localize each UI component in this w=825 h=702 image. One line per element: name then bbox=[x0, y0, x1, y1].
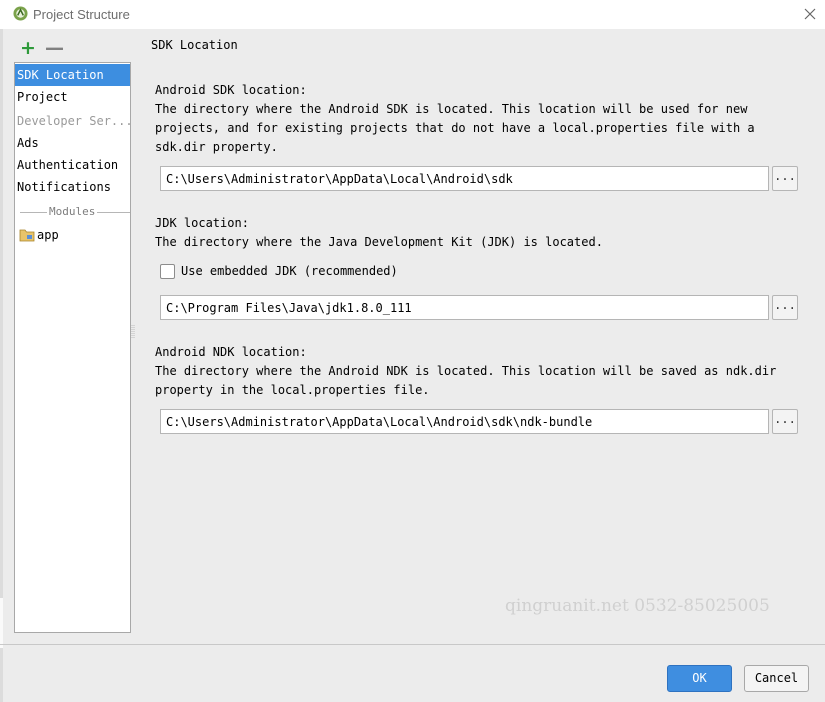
sidebar: SDK Location Project Developer Ser... Ad… bbox=[14, 62, 131, 633]
footer-divider bbox=[0, 644, 825, 645]
ok-button[interactable]: OK bbox=[667, 665, 732, 692]
android-ndk-description: The directory where the Android NDK is l… bbox=[155, 364, 777, 397]
module-label: app bbox=[37, 228, 59, 242]
module-folder-icon bbox=[19, 229, 35, 242]
remove-icon[interactable]: — bbox=[45, 37, 64, 59]
sidebar-item-authentication[interactable]: Authentication bbox=[15, 154, 130, 176]
splitter-handle[interactable] bbox=[131, 325, 135, 339]
sidebar-header-developer-services: Developer Ser... bbox=[17, 114, 130, 128]
jdk-browse-button[interactable]: ... bbox=[772, 295, 798, 320]
module-item-app[interactable]: app bbox=[15, 225, 130, 245]
jdk-title: JDK location: bbox=[155, 216, 249, 230]
watermark: qingruanit.net 0532-85025005 bbox=[505, 596, 770, 616]
add-icon[interactable]: + bbox=[20, 37, 36, 59]
page-title: SDK Location bbox=[151, 38, 238, 52]
android-sdk-path-field[interactable] bbox=[160, 166, 769, 191]
android-ndk-title: Android NDK location: bbox=[155, 345, 307, 359]
android-ndk-path-field[interactable] bbox=[160, 409, 769, 434]
android-sdk-title: Android SDK location: bbox=[155, 83, 307, 97]
android-ndk-browse-button[interactable]: ... bbox=[772, 409, 798, 434]
background-window-fragment bbox=[0, 598, 3, 648]
sidebar-item-sdk-location[interactable]: SDK Location bbox=[15, 64, 130, 86]
android-studio-icon bbox=[13, 6, 28, 21]
jdk-path-field[interactable] bbox=[160, 295, 769, 320]
jdk-description: The directory where the Java Development… bbox=[155, 235, 603, 249]
sidebar-item-project[interactable]: Project bbox=[15, 86, 130, 108]
embedded-jdk-label[interactable]: Use embedded JDK (recommended) bbox=[181, 264, 398, 279]
android-sdk-browse-button[interactable]: ... bbox=[772, 166, 798, 191]
embedded-jdk-checkbox[interactable] bbox=[160, 264, 175, 279]
title-bar: Project Structure bbox=[0, 0, 825, 29]
sidebar-item-ads[interactable]: Ads bbox=[15, 132, 130, 154]
sidebar-item-notifications[interactable]: Notifications bbox=[15, 176, 130, 198]
cancel-button[interactable]: Cancel bbox=[744, 665, 809, 692]
close-icon[interactable] bbox=[800, 4, 820, 24]
modules-separator: Modules bbox=[20, 205, 130, 219]
modules-header: Modules bbox=[47, 205, 98, 219]
android-sdk-description: The directory where the Android SDK is l… bbox=[155, 102, 755, 154]
window-title: Project Structure bbox=[33, 7, 130, 22]
